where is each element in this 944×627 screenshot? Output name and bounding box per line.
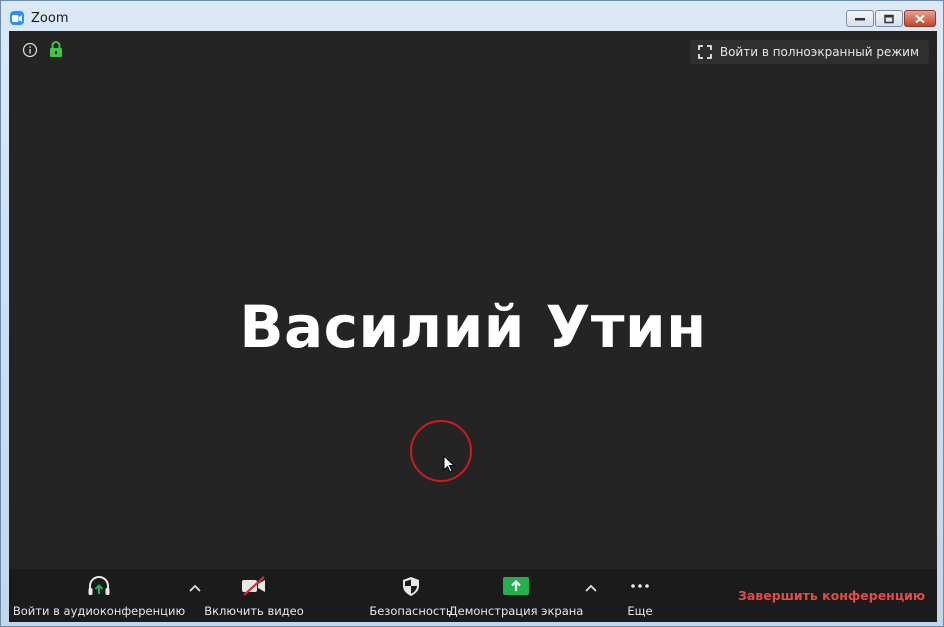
video-off-icon xyxy=(242,576,265,596)
lock-icon[interactable] xyxy=(49,41,63,58)
more-button[interactable]: Еще xyxy=(615,569,665,622)
restore-icon xyxy=(884,14,894,23)
minimize-button[interactable] xyxy=(846,10,874,27)
start-video-button[interactable]: Включить видео xyxy=(204,569,304,622)
minimize-icon xyxy=(855,17,865,20)
share-options-chevron-up-icon[interactable] xyxy=(585,583,597,593)
end-meeting-button[interactable]: Завершить конференцию xyxy=(738,588,925,603)
window-title: Zoom xyxy=(31,11,69,26)
join-audio-label: Войти в аудиоконференцию xyxy=(12,604,186,618)
shield-icon xyxy=(403,577,419,596)
participant-name: Василий Утин xyxy=(239,293,707,361)
cursor-highlight-ring xyxy=(410,420,472,482)
window-controls xyxy=(846,10,936,27)
share-screen-button[interactable]: Демонстрация экрана xyxy=(449,569,583,622)
more-label: Еще xyxy=(627,604,653,618)
title-bar[interactable]: Zoom xyxy=(1,1,943,31)
meeting-area: Войти в полноэкранный режим Василий Утин… xyxy=(9,31,937,622)
mouse-cursor-icon xyxy=(443,455,455,473)
join-audio-button[interactable]: Войти в аудиоконференцию xyxy=(13,569,185,622)
share-screen-icon xyxy=(503,577,529,595)
fullscreen-button[interactable]: Войти в полноэкранный режим xyxy=(689,40,929,64)
fullscreen-icon xyxy=(697,45,712,59)
security-label: Безопасность xyxy=(369,604,453,618)
audio-options-chevron-up-icon[interactable] xyxy=(189,583,201,593)
share-screen-label: Демонстрация экрана xyxy=(448,604,584,618)
start-video-label: Включить видео xyxy=(204,604,304,618)
info-icon[interactable] xyxy=(22,42,38,58)
close-button[interactable] xyxy=(904,10,936,27)
zoom-window: Zoom Войти в полноэкранный режим Василий… xyxy=(0,0,944,627)
close-icon xyxy=(915,14,925,23)
headphones-icon xyxy=(88,576,110,595)
fullscreen-label: Войти в полноэкранный режим xyxy=(719,45,919,59)
more-icon xyxy=(631,584,649,588)
maximize-button[interactable] xyxy=(875,10,903,27)
meeting-toolbar: Войти в аудиоконференцию Включить видео xyxy=(9,569,937,622)
security-button[interactable]: Безопасность xyxy=(369,569,453,622)
zoom-app-icon xyxy=(10,11,24,25)
